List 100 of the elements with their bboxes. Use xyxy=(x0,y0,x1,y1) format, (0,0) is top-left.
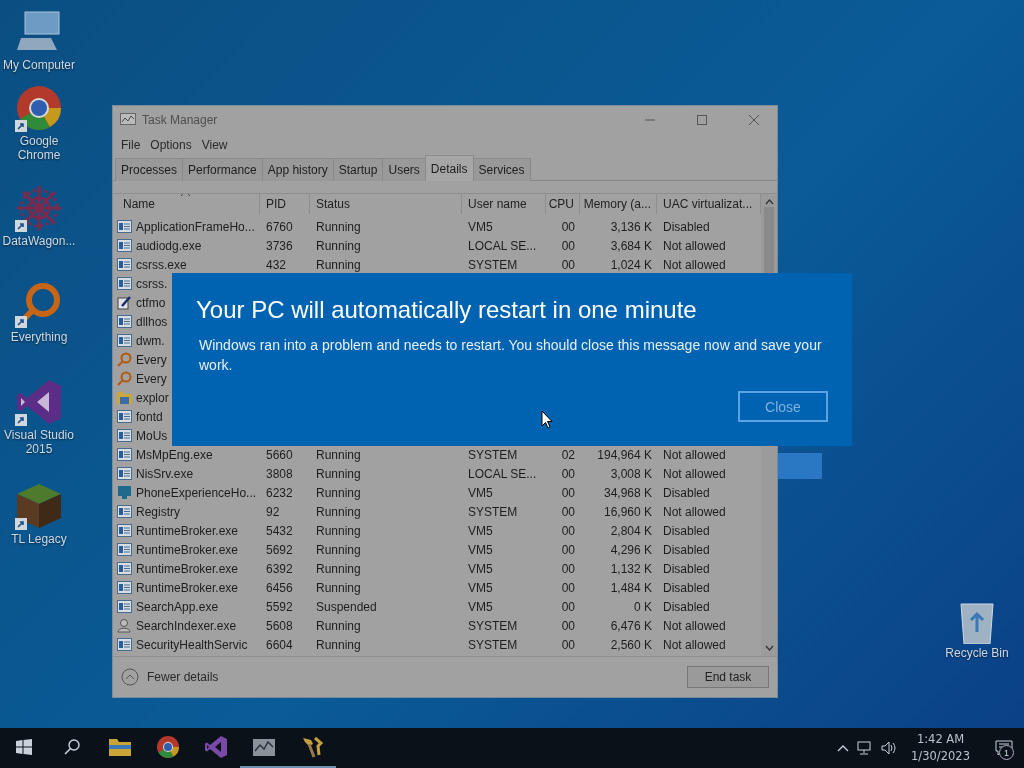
table-cell-text: 00 xyxy=(560,238,576,253)
dialog-message: Windows ran into a problem and needs to restart. You should close this message now and save your work. xyxy=(199,336,823,375)
table-cell: audiodg.exe xyxy=(135,238,202,253)
table-cell-text: 432 xyxy=(265,257,288,272)
date-text: 1/30/2023 xyxy=(911,748,970,765)
table-cell-text: 6456 xyxy=(265,580,294,595)
table-cell-text: 00 xyxy=(560,561,576,576)
desktop-icon-label: Visual Studio 2015 xyxy=(3,428,75,456)
table-cell-text: 92 xyxy=(265,504,281,519)
table-cell-text: Running xyxy=(315,238,362,253)
table-cell-text: Running xyxy=(315,618,362,633)
table-cell: RuntimeBroker.exe xyxy=(135,523,239,538)
table-cell-text: Not allowed xyxy=(662,447,727,462)
table-cell: explor xyxy=(135,390,169,405)
table-cell-text: 1,132 K xyxy=(609,561,653,576)
table-cell: MsMpEng.exe xyxy=(135,447,213,462)
table-cell-text: 00 xyxy=(560,257,576,272)
table-cell: Registry xyxy=(135,504,180,519)
table-cell: Every xyxy=(135,352,167,367)
table-cell-text: Running xyxy=(315,466,362,481)
table-cell-text: Running xyxy=(315,561,362,576)
window-title: Task Manager xyxy=(142,113,219,127)
table-cell-text: 16,960 K xyxy=(602,504,653,519)
table-cell-text: VM5 xyxy=(467,561,494,576)
table-cell-text: 00 xyxy=(560,618,576,633)
table-cell-text: 2,804 K xyxy=(609,523,653,538)
table-cell-text: 34,968 K xyxy=(602,485,653,500)
table-cell-text: Disabled xyxy=(662,485,711,500)
table-cell-text: 00 xyxy=(560,219,576,234)
table-cell: SecurityHealthServic xyxy=(135,637,248,652)
table-cell-text: 00 xyxy=(560,599,576,614)
table-cell-text: Running xyxy=(315,219,362,234)
table-cell-text: Not allowed xyxy=(662,618,727,633)
table-cell-text: Running xyxy=(315,257,362,272)
table-cell: PhoneExperienceHo... xyxy=(135,485,257,500)
table-cell-text: 00 xyxy=(560,580,576,595)
table-cell-text: 1,024 K xyxy=(609,257,653,272)
table-cell-text: 6392 xyxy=(265,561,294,576)
table-cell-text: Disabled xyxy=(662,599,711,614)
table-cell-text: Not allowed xyxy=(662,238,727,253)
table-cell-text: VM5 xyxy=(467,523,494,538)
table-cell-text: VM5 xyxy=(467,542,494,557)
table-cell-text: 5432 xyxy=(265,523,294,538)
desktop-icon-label: My Computer xyxy=(2,58,76,72)
table-cell: RuntimeBroker.exe xyxy=(135,580,239,595)
table-cell: fontd xyxy=(135,409,163,424)
desktop-icon-label: TL Legacy xyxy=(10,532,68,546)
table-cell-text: SYSTEM xyxy=(467,637,519,652)
table-cell-text: Disabled xyxy=(662,561,711,576)
table-cell-text: 00 xyxy=(560,504,576,519)
table-cell-text: 3736 xyxy=(265,238,294,253)
table-cell-text: Running xyxy=(315,542,362,557)
table-cell-text: VM5 xyxy=(467,580,494,595)
table-cell: MoUs xyxy=(135,428,168,443)
table-cell-text: Running xyxy=(315,485,362,500)
table-cell: RuntimeBroker.exe xyxy=(135,561,239,576)
time-text: 1:42 AM xyxy=(916,731,965,748)
notification-count: 1 xyxy=(999,745,1014,760)
table-cell-text: Not allowed xyxy=(662,466,727,481)
table-cell-text: 194,964 K xyxy=(596,447,653,462)
table-cell-text: 3808 xyxy=(265,466,294,481)
table-cell-text: 3,684 K xyxy=(609,238,653,253)
table-cell-text: 00 xyxy=(560,523,576,538)
table-cell: dllhos xyxy=(135,314,168,329)
table-cell-text: Disabled xyxy=(662,523,711,538)
table-cell-text: VM5 xyxy=(467,599,494,614)
table-cell-text: SYSTEM xyxy=(467,257,519,272)
table-cell: SearchIndexer.exe xyxy=(135,618,237,633)
table-cell-text: SYSTEM xyxy=(467,504,519,519)
table-cell: csrss. xyxy=(135,276,168,291)
table-cell-text: 6760 xyxy=(265,219,294,234)
table-cell-text: 4,296 K xyxy=(609,542,653,557)
table-cell-text: VM5 xyxy=(467,219,494,234)
desktop-icon-label: Everything xyxy=(9,330,69,344)
table-cell-text: Not allowed xyxy=(662,257,727,272)
table-cell: ApplicationFrameHo... xyxy=(135,219,255,234)
table-cell: NisSrv.exe xyxy=(135,466,194,481)
table-cell: csrss.exe xyxy=(135,257,187,272)
table-cell-text: SYSTEM xyxy=(467,618,519,633)
table-cell-text: Not allowed xyxy=(662,504,727,519)
table-cell-text: 5608 xyxy=(265,618,294,633)
desktop-icon-label: Google Chrome xyxy=(16,134,62,162)
table-cell: ctfmo xyxy=(135,295,166,310)
table-cell: RuntimeBroker.exe xyxy=(135,542,239,557)
desktop-icon-label: DataWagon... xyxy=(1,234,77,248)
table-cell-text: 6604 xyxy=(265,637,294,652)
table-cell-text: 6,476 K xyxy=(609,618,653,633)
table-cell-text: Running xyxy=(315,580,362,595)
table-cell-text: 5592 xyxy=(265,599,294,614)
table-cell-text: LOCAL SE... xyxy=(467,466,538,481)
table-cell-text: 00 xyxy=(560,466,576,481)
table-cell-text: 1,484 K xyxy=(609,580,653,595)
table-cell-text: SYSTEM xyxy=(467,447,519,462)
table-cell-text: 00 xyxy=(560,637,576,652)
desktop-icon-label: Recycle Bin xyxy=(944,646,1010,660)
table-cell: SearchApp.exe xyxy=(135,599,219,614)
table-cell-text: Running xyxy=(315,523,362,538)
table-cell-text: 0 K xyxy=(633,599,653,614)
table-cell-text: Running xyxy=(315,504,362,519)
table-cell-text: Disabled xyxy=(662,580,711,595)
